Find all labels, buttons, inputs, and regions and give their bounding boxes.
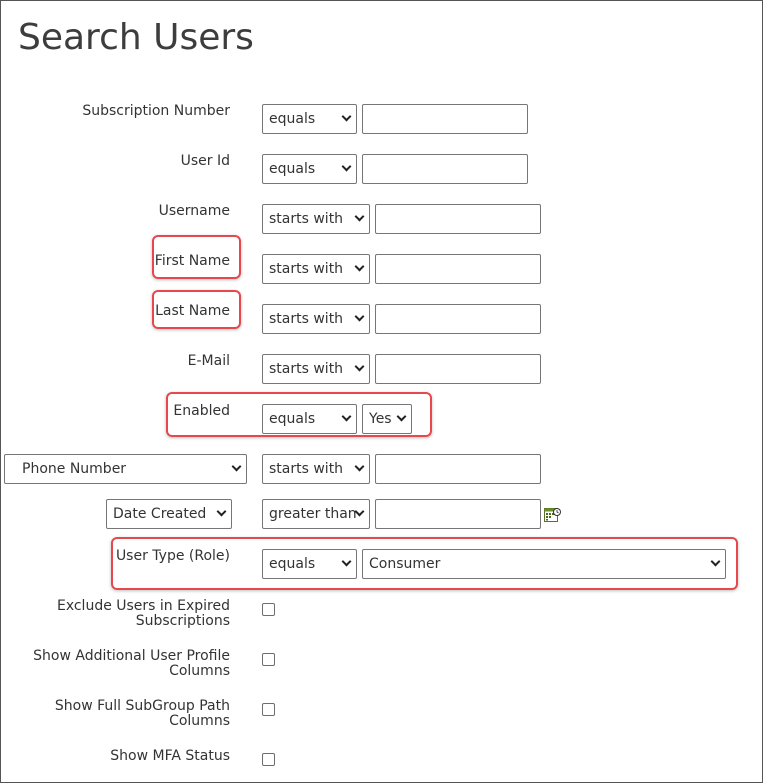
subscription-number-input[interactable] [362, 104, 528, 134]
show-subgroup-path-checkbox[interactable] [262, 703, 275, 716]
exclude-expired-label-line2: Subscriptions [135, 613, 230, 629]
date-created-field-value: Date Created [113, 506, 207, 522]
show-profile-columns-label: Show Additional User Profile Columns [33, 649, 230, 679]
first-name-operator-value: starts with [269, 261, 344, 277]
chevron-down-icon [354, 311, 365, 322]
phone-number-field-select[interactable]: Phone Number [4, 454, 247, 484]
show-subgroup-path-label: Show Full SubGroup Path Columns [55, 699, 230, 729]
date-created-field-select[interactable]: Date Created [106, 499, 232, 529]
user-id-input[interactable] [362, 154, 528, 184]
email-input[interactable] [375, 354, 541, 384]
user-type-operator-select[interactable]: equals [262, 549, 357, 579]
enabled-value: Yes [369, 411, 392, 427]
show-profile-columns-checkbox[interactable] [262, 653, 275, 666]
subscription-number-label: Subscription Number [82, 103, 230, 119]
email-operator-value: starts with [269, 361, 344, 377]
user-type-value: Consumer [369, 556, 441, 572]
exclude-expired-label-line1: Exclude Users in Expired [56, 598, 230, 614]
search-users-panel: Search Users Subscription Number equals … [0, 0, 763, 783]
chevron-down-icon [354, 461, 365, 472]
chevron-down-icon [216, 506, 227, 517]
date-created-operator-select[interactable]: greater than [262, 499, 370, 529]
username-input[interactable] [375, 204, 541, 234]
user-id-operator-value: equals [269, 161, 316, 177]
chevron-down-icon [710, 556, 721, 567]
first-name-input[interactable] [375, 254, 541, 284]
phone-number-operator-value: starts with [269, 461, 344, 477]
chevron-down-icon [341, 411, 352, 422]
user-type-value-select[interactable]: Consumer [362, 549, 726, 579]
chevron-down-icon [231, 461, 242, 472]
email-label: E-Mail [187, 353, 230, 369]
show-mfa-status-label: Show MFA Status [110, 748, 230, 764]
show-subgroup-path-label-line2: Columns [169, 713, 230, 729]
exclude-expired-label: Exclude Users in Expired Subscriptions [57, 599, 230, 629]
user-id-label: User Id [180, 153, 230, 169]
show-profile-columns-label-line1: Show Additional User Profile [33, 648, 230, 664]
date-created-input[interactable] [375, 499, 541, 529]
subscription-number-operator-value: equals [269, 111, 316, 127]
user-type-operator-value: equals [269, 556, 316, 572]
calendar-icon[interactable] [544, 507, 561, 523]
user-type-label: User Type (Role) [115, 548, 230, 564]
user-id-operator-select[interactable]: equals [262, 154, 357, 184]
exclude-expired-checkbox[interactable] [262, 603, 275, 616]
last-name-operator-select[interactable]: starts with [262, 304, 370, 334]
date-created-operator-value: greater than [269, 506, 357, 522]
chevron-down-icon [354, 211, 365, 222]
page-title: Search Users [18, 17, 254, 58]
username-label: Username [158, 203, 230, 219]
last-name-input[interactable] [375, 304, 541, 334]
show-profile-columns-label-line2: Columns [169, 663, 230, 679]
show-subgroup-path-label-line1: Show Full SubGroup Path [54, 698, 230, 714]
chevron-down-icon [341, 161, 352, 172]
chevron-down-icon [354, 261, 365, 272]
last-name-operator-value: starts with [269, 311, 344, 327]
first-name-label: First Name [154, 253, 230, 269]
first-name-operator-select[interactable]: starts with [262, 254, 370, 284]
show-mfa-status-checkbox[interactable] [262, 753, 275, 766]
chevron-down-icon [396, 411, 407, 422]
last-name-label: Last Name [155, 303, 230, 319]
phone-number-input[interactable] [375, 454, 541, 484]
enabled-value-select[interactable]: Yes [362, 404, 412, 434]
enabled-operator-value: equals [269, 411, 316, 427]
chevron-down-icon [354, 361, 365, 372]
subscription-number-operator-select[interactable]: equals [262, 104, 357, 134]
phone-number-operator-select[interactable]: starts with [262, 454, 370, 484]
phone-number-field-value: Phone Number [22, 461, 127, 477]
chevron-down-icon [341, 111, 352, 122]
username-operator-value: starts with [269, 211, 344, 227]
enabled-label: Enabled [173, 403, 230, 419]
enabled-operator-select[interactable]: equals [262, 404, 357, 434]
username-operator-select[interactable]: starts with [262, 204, 370, 234]
chevron-down-icon [341, 556, 352, 567]
email-operator-select[interactable]: starts with [262, 354, 370, 384]
